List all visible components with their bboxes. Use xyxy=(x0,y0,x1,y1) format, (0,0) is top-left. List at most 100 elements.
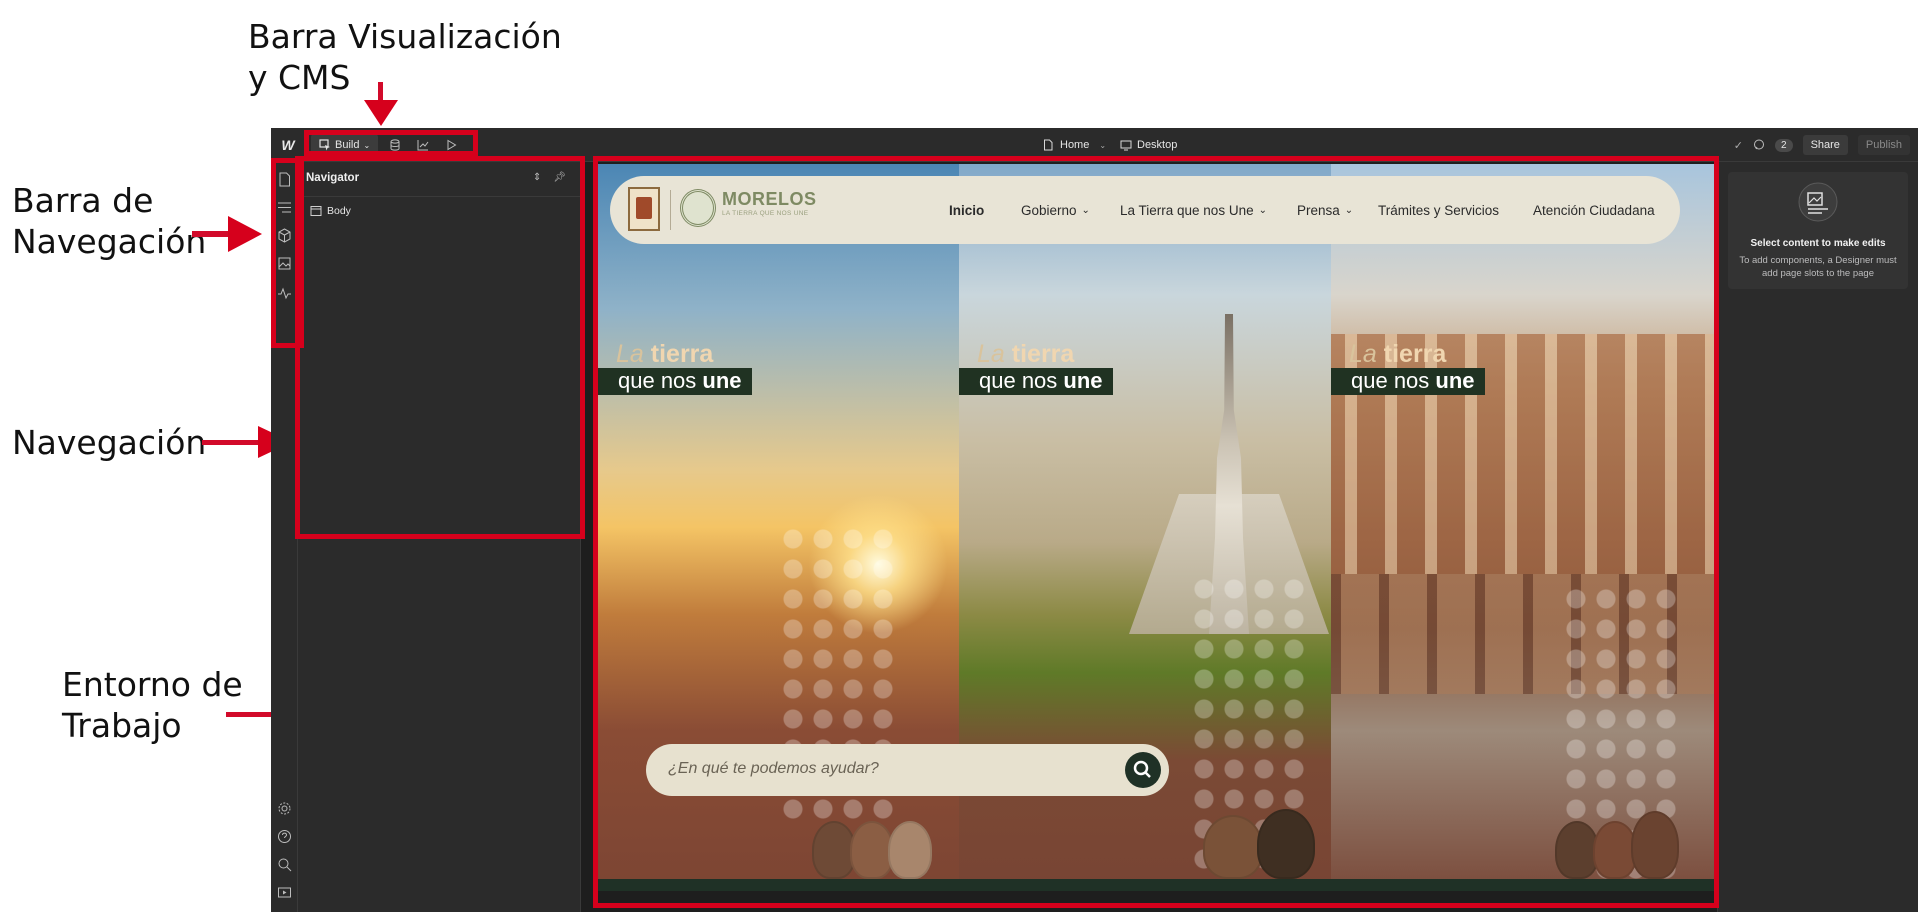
pages-icon[interactable] xyxy=(277,172,292,187)
annotation-toolbar-line2: y CMS xyxy=(248,58,351,97)
page-selector[interactable]: Home ⌄ xyxy=(1042,128,1106,162)
tagline-la: La xyxy=(977,340,1005,368)
settings-gear-icon[interactable] xyxy=(277,801,292,816)
site-nav-prensa[interactable]: Prensa ⌄ xyxy=(1297,176,1353,244)
select-content-icon xyxy=(1798,182,1838,222)
chevron-down-icon: ⌄ xyxy=(1258,204,1267,216)
video-tutorial-icon[interactable] xyxy=(277,885,292,900)
tagline-que-nos: que nos xyxy=(618,368,697,393)
tagline-tierra: tierra xyxy=(650,340,714,368)
navigator-item-label: Body xyxy=(327,205,351,217)
left-icon-rail xyxy=(271,162,298,912)
logo-divider xyxy=(670,190,671,230)
site-nav-label: Gobierno xyxy=(1021,202,1077,218)
cms-database-icon[interactable] xyxy=(383,128,407,162)
chevron-down-icon: ⌄ xyxy=(1344,204,1354,216)
design-canvas[interactable]: La tierra que nos une La tierra que nos … xyxy=(598,164,1715,891)
empty-state-description: To add components, a Designer must add p… xyxy=(1739,255,1897,279)
help-icon[interactable] xyxy=(277,829,292,844)
footer-strip xyxy=(598,879,1715,891)
tagline-une: une xyxy=(1435,368,1475,393)
assets-image-icon[interactable] xyxy=(277,256,292,271)
pin-icon[interactable]: 📌︎ xyxy=(553,172,566,183)
annotation-rail-label: Barra de Navegación xyxy=(12,180,206,262)
search-icon xyxy=(1133,760,1151,778)
hero-tagline: La tierra que nos une xyxy=(1331,340,1485,395)
annotation-toolbar-line1: Barra Visualización xyxy=(248,17,562,56)
breakpoint-label: Desktop xyxy=(1137,139,1178,151)
search-button[interactable] xyxy=(1125,752,1161,788)
tagline-tierra: tierra xyxy=(1011,340,1075,368)
person-avatar xyxy=(1631,811,1679,879)
brand-tagline: LA TIERRA QUE NOS UNE xyxy=(722,210,809,217)
navigator-panel: Navigator ⇕ 📌︎ Body xyxy=(298,162,581,912)
site-nav-label: Prensa xyxy=(1297,202,1340,218)
chevron-down-icon: ⌄ xyxy=(1099,140,1107,150)
site-nav-atencion[interactable]: Atención Ciudadana xyxy=(1533,176,1655,244)
site-nav-label: Atención Ciudadana xyxy=(1533,202,1655,218)
site-search-field[interactable]: ¿En qué te podemos ayudar? xyxy=(646,744,1169,796)
annotation-nav-label: Navegación xyxy=(12,423,207,462)
webflow-logo-icon[interactable]: W xyxy=(277,128,299,162)
search-icon[interactable] xyxy=(277,857,292,872)
people-photo xyxy=(1203,809,1315,879)
chevron-down-icon: ⌄ xyxy=(1081,204,1090,216)
annotation-canvas-line2: Trabajo xyxy=(62,706,182,745)
navigator-tree-item[interactable]: Body xyxy=(310,205,351,217)
annotation-arrow-shaft xyxy=(202,440,262,445)
site-nav-label: Trámites y Servicios xyxy=(1378,202,1500,218)
morelos-emblem-icon[interactable] xyxy=(680,189,716,227)
top-toolbar: W Build ⌄ Home ⌄ Desktop ✓ 2 Share Publi… xyxy=(271,128,1918,162)
person-avatar xyxy=(1203,815,1263,879)
comment-icon[interactable] xyxy=(1753,139,1765,151)
empty-state-title: Select content to make edits xyxy=(1750,238,1886,249)
annotation-toolbar-label: Barra Visualización y CMS xyxy=(248,16,562,98)
audit-pulse-icon[interactable] xyxy=(277,286,292,301)
annotation-rail-line1: Barra de xyxy=(12,181,154,220)
empty-selection-card: Select content to make edits To add comp… xyxy=(1728,172,1908,289)
site-nav-tramites[interactable]: Trámites y Servicios xyxy=(1378,176,1499,244)
expand-collapse-icon[interactable]: ⇕ xyxy=(533,172,541,183)
site-nav-label: Inicio xyxy=(949,202,985,218)
breakpoint-selector[interactable]: Desktop xyxy=(1120,128,1177,162)
designer-app: W Build ⌄ Home ⌄ Desktop ✓ 2 Share Publi… xyxy=(271,128,1918,912)
navigator-tools: ⇕ 📌︎ xyxy=(533,172,566,183)
tagline-la: La xyxy=(1349,340,1377,368)
divider xyxy=(298,196,581,197)
hero-tagline: La tierra que nos une xyxy=(959,340,1113,395)
publish-button[interactable]: Publish xyxy=(1857,135,1910,155)
build-mode-label: Build xyxy=(335,139,360,151)
site-nav-gobierno[interactable]: Gobierno ⌄ xyxy=(1021,176,1090,244)
annotation-arrow-head-down xyxy=(364,100,398,126)
cursor-box-icon xyxy=(319,139,330,151)
site-nav-inicio[interactable]: Inicio xyxy=(949,176,984,244)
hero-tagline: La tierra que nos une xyxy=(598,340,752,395)
tagline-une: une xyxy=(702,368,742,393)
annotation-arrow-head-right xyxy=(228,216,262,252)
body-element-icon xyxy=(310,206,322,216)
tagline-tierra: tierra xyxy=(1383,340,1447,368)
tagline-une: une xyxy=(1063,368,1103,393)
search-placeholder: ¿En qué te podemos ayudar? xyxy=(668,760,879,777)
navigator-icon[interactable] xyxy=(277,200,292,215)
check-icon[interactable]: ✓ xyxy=(1734,139,1743,152)
components-cube-icon[interactable] xyxy=(277,228,292,243)
share-button[interactable]: Share xyxy=(1802,135,1848,155)
annotation-rail-line2: Navegación xyxy=(12,222,207,261)
toolbar-right-group: ✓ 2 Share Publish xyxy=(1734,128,1918,162)
site-nav-la-tierra[interactable]: La Tierra que nos Une ⌄ xyxy=(1120,176,1267,244)
site-header: MORELOS LA TIERRA QUE NOS UNE Inicio Gob… xyxy=(610,176,1680,244)
person-avatar xyxy=(888,821,932,879)
state-shield-icon[interactable] xyxy=(628,187,660,231)
preview-play-icon[interactable] xyxy=(439,128,463,162)
site-nav-label: La Tierra que nos Une xyxy=(1120,202,1254,218)
brand-name[interactable]: MORELOS xyxy=(722,189,817,210)
tagline-la: La xyxy=(616,340,644,368)
desktop-icon xyxy=(1120,140,1132,151)
collaborator-count-badge[interactable]: 2 xyxy=(1775,138,1793,152)
build-mode-button[interactable]: Build ⌄ xyxy=(311,134,379,156)
analytics-chart-icon[interactable] xyxy=(411,128,435,162)
page-selector-label: Home xyxy=(1060,139,1090,151)
person-avatar xyxy=(1257,809,1315,879)
people-photo xyxy=(812,809,932,879)
